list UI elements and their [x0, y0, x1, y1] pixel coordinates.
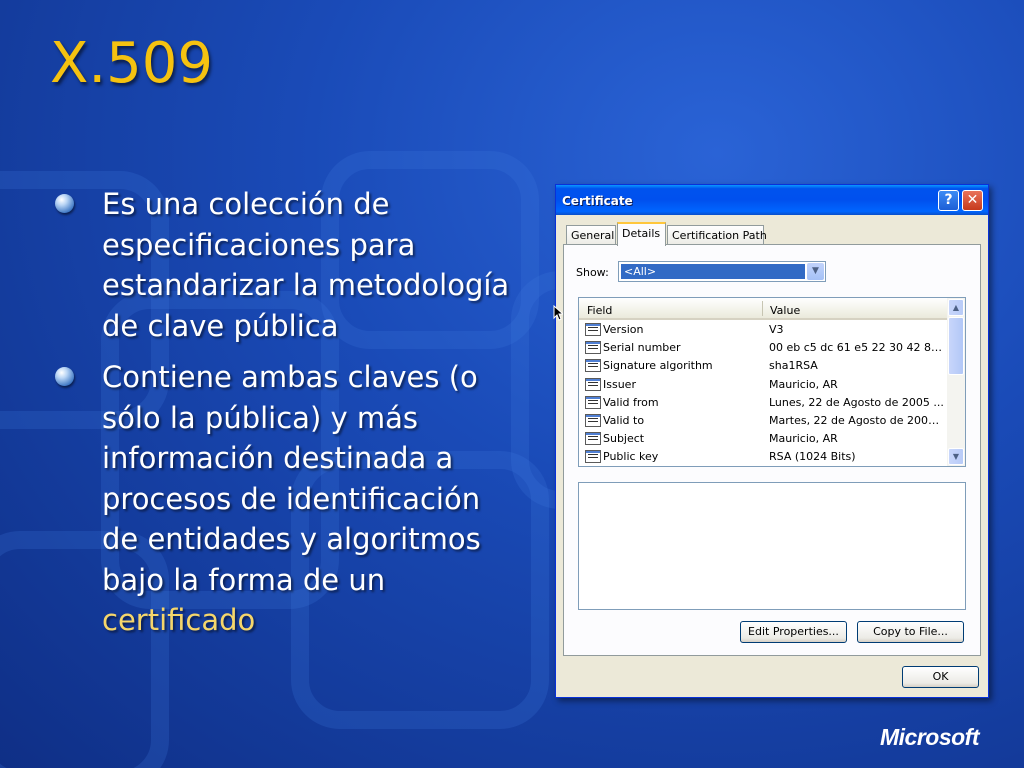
bullet-icon [55, 367, 74, 386]
details-panel: Show: <All> ▼ Field Value Version V3 Seria… [563, 244, 981, 656]
row-field: Signature algorithm [603, 359, 713, 373]
close-icon[interactable]: ✕ [962, 190, 983, 211]
row-field: Valid from [603, 395, 659, 409]
list-item[interactable]: Valid to Martes, 22 de Agosto de 2006... [579, 412, 947, 430]
dialog-titlebar[interactable]: Certificate ? ✕ [556, 185, 988, 215]
slide-title: X.509 [50, 31, 214, 96]
certificate-field-icon [585, 432, 601, 446]
scrollbar[interactable]: ▲ ▼ [947, 298, 965, 466]
certificate-field-icon [585, 395, 601, 409]
list-header: Field Value [579, 298, 947, 320]
mouse-cursor-icon [553, 305, 563, 321]
dialog-title: Certificate [562, 194, 633, 208]
row-value: V3 [769, 323, 784, 336]
field-detail-box[interactable] [578, 482, 966, 610]
bullet-item: Es una colección de especificaciones par… [55, 184, 525, 346]
certificate-field-icon [585, 413, 601, 427]
certificate-field-icon [585, 359, 601, 373]
help-icon[interactable]: ? [938, 190, 959, 211]
show-select-value: <All> [621, 264, 805, 279]
highlighted-term: certificado [102, 603, 256, 637]
tab-details[interactable]: Details [617, 222, 666, 246]
list-item[interactable]: Issuer Mauricio, AR [579, 376, 947, 394]
row-field: Subject [603, 432, 645, 446]
ok-button[interactable]: OK [902, 666, 979, 688]
bullet-text: Es una colección de especificaciones par… [102, 187, 510, 343]
scrollbar-thumb[interactable] [948, 317, 964, 375]
row-value: Mauricio, AR [769, 432, 838, 446]
row-value: sha1RSA [769, 359, 818, 373]
list-rows: Version V3 Serial number 00 eb c5 dc 61 e5 … [579, 321, 947, 466]
row-value: Mauricio, AR [769, 377, 838, 391]
microsoft-logo: Microsoft [880, 724, 980, 750]
list-item[interactable]: Public key RSA (1024 Bits) [579, 448, 947, 466]
show-label: Show: [576, 266, 609, 279]
chevron-down-icon[interactable]: ▼ [807, 263, 824, 280]
row-value: 00 eb c5 dc 61 e5 22 30 42 82... [769, 341, 945, 355]
copy-to-file-button[interactable]: Copy to File... [857, 621, 964, 643]
row-field: Valid to [603, 413, 645, 427]
row-value: Lunes, 22 de Agosto de 2005 ... [769, 395, 944, 409]
row-value: Martes, 22 de Agosto de 2006... [769, 413, 945, 427]
row-field: Issuer [603, 377, 636, 391]
edit-properties-button[interactable]: Edit Properties... [740, 621, 847, 643]
list-item[interactable]: Valid from Lunes, 22 de Agosto de 2005 ..… [579, 394, 947, 412]
tab-general[interactable]: General [566, 225, 616, 245]
scroll-down-icon[interactable]: ▼ [948, 448, 964, 465]
list-item[interactable]: Signature algorithm sha1RSA [579, 357, 947, 375]
list-item[interactable]: Subject Mauricio, AR [579, 430, 947, 448]
bullet-text-main: Contiene ambas claves (o sólo la pública… [102, 360, 481, 597]
bullet-list: Es una colección de especificaciones par… [55, 184, 525, 652]
row-field: Version [603, 323, 644, 336]
row-field: Public key [603, 450, 659, 464]
certificate-field-icon [585, 341, 601, 355]
list-item[interactable]: Serial number 00 eb c5 dc 61 e5 22 30 42 … [579, 339, 947, 357]
row-value: RSA (1024 Bits) [769, 450, 856, 464]
bullet-text: Contiene ambas claves (o sólo la pública… [102, 357, 525, 641]
column-divider[interactable] [762, 301, 763, 316]
tab-certification-path[interactable]: Certification Path [667, 225, 767, 245]
fields-list[interactable]: Field Value Version V3 Serial number 00 eb … [578, 297, 966, 467]
scroll-up-icon[interactable]: ▲ [948, 299, 964, 316]
list-item[interactable]: Version V3 [579, 321, 947, 339]
row-field: Serial number [603, 341, 681, 355]
certificate-field-icon [585, 323, 601, 336]
certificate-field-icon [585, 377, 601, 391]
show-select[interactable]: <All> ▼ [618, 261, 826, 282]
column-header-value[interactable]: Value [770, 304, 800, 317]
certificate-field-icon [585, 450, 601, 464]
bullet-icon [55, 194, 74, 213]
column-header-field[interactable]: Field [587, 304, 612, 317]
certificate-dialog: Certificate ? ✕ General Details Certific… [555, 184, 989, 698]
bullet-item: Contiene ambas claves (o sólo la pública… [55, 357, 525, 641]
